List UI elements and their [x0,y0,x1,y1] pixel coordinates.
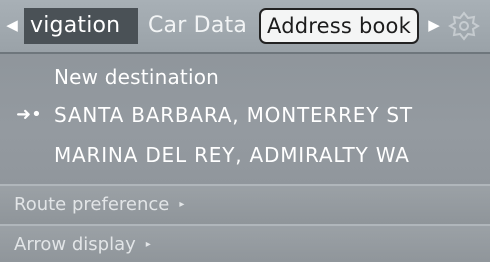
tab-scroll-right-icon[interactable]: ▶ [428,16,440,34]
route-preference-label: Route preference [14,194,170,215]
destination-label: MARINA DEL REY, ADMIRALTY WA [54,143,410,167]
destination-item[interactable]: ➜• SANTA BARBARA, MONTERREY ST [0,96,490,134]
destination-label: SANTA BARBARA, MONTERREY ST [54,103,413,127]
arrow-display-label: Arrow display [14,234,136,255]
tab-scroll-left-icon[interactable]: ◀ [6,16,18,34]
arrow-display-menu-item[interactable]: Arrow display ▸ [0,224,490,262]
current-destination-arrow-icon: ➜• [16,104,42,125]
tab-address-book[interactable]: Address book [259,8,419,44]
destination-list: New destination ➜• SANTA BARBARA, MONTER… [0,54,490,184]
tab-bar: ◀ vigation Car Data Address book ▶ [0,0,490,54]
submenu-arrow-icon: ▸ [179,199,185,210]
destination-item[interactable]: MARINA DEL REY, ADMIRALTY WA [0,136,490,174]
settings-knob-icon[interactable] [446,10,482,42]
navigation-screen: ◀ vigation Car Data Address book ▶ New d… [0,0,490,262]
new-destination-label: New destination [54,65,220,89]
tab-navigation[interactable]: vigation [24,8,138,44]
route-preference-menu-item[interactable]: Route preference ▸ [0,184,490,224]
new-destination-item[interactable]: New destination [0,58,490,96]
tab-car-data[interactable]: Car Data [148,8,256,44]
submenu-arrow-icon: ▸ [145,239,151,250]
